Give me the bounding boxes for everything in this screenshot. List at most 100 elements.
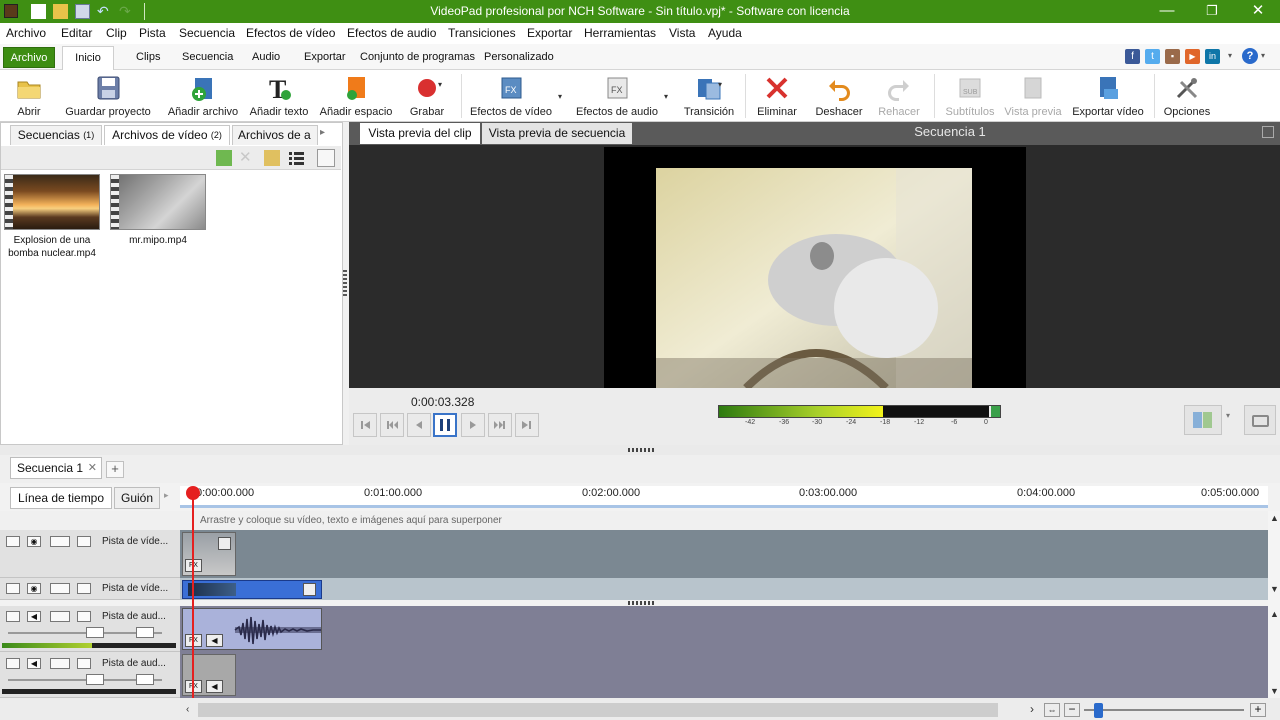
menu-vista[interactable]: Vista bbox=[669, 26, 695, 40]
opciones-button[interactable]: Opciones bbox=[1160, 74, 1214, 120]
close-button[interactable]: ✕ bbox=[1236, 0, 1280, 23]
track-lock-icon[interactable] bbox=[77, 611, 91, 622]
snapshot-button[interactable] bbox=[1244, 405, 1276, 435]
exportar-video-button[interactable]: Exportar vídeo bbox=[1070, 74, 1146, 120]
grabar-button[interactable]: Grabar bbox=[404, 74, 450, 120]
scroll-up-icon[interactable]: ▲ bbox=[1270, 513, 1279, 523]
scroll-down-icon[interactable]: ▼ bbox=[1270, 584, 1279, 594]
thumbnail-explosion[interactable] bbox=[4, 174, 100, 230]
track-effects-icon[interactable] bbox=[50, 583, 70, 594]
video-track-lane[interactable] bbox=[180, 578, 1268, 600]
social-dropdown-icon[interactable]: ▾ bbox=[1228, 51, 1232, 60]
tab-vista-previa-clip[interactable]: Vista previa del clip bbox=[360, 123, 480, 144]
help-icon[interactable]: ? bbox=[1242, 48, 1258, 64]
skip-end-button[interactable] bbox=[515, 413, 539, 437]
menu-herramientas[interactable]: Herramientas bbox=[584, 26, 656, 40]
tab-clips[interactable]: Clips bbox=[136, 51, 160, 63]
linkedin-icon[interactable]: in bbox=[1205, 49, 1220, 64]
scroll-up-icon[interactable]: ▲ bbox=[1270, 609, 1279, 619]
menu-secuencia[interactable]: Secuencia bbox=[179, 26, 235, 40]
playhead-line[interactable] bbox=[192, 488, 194, 698]
clip-menu-icon[interactable] bbox=[218, 537, 231, 550]
youtube-icon[interactable]: ▶ bbox=[1185, 49, 1200, 64]
track-toggle-icon[interactable] bbox=[6, 583, 20, 594]
anadir-espacio-button[interactable]: Añadir espacio bbox=[318, 74, 394, 120]
track-effects-icon[interactable] bbox=[50, 536, 70, 547]
twitter-icon[interactable]: t bbox=[1145, 49, 1160, 64]
track-lock-icon[interactable] bbox=[77, 658, 91, 669]
abrir-button[interactable]: Abrir bbox=[10, 74, 48, 120]
menu-archivo[interactable]: Archivo bbox=[6, 26, 46, 40]
video-track-lane[interactable] bbox=[180, 530, 1268, 578]
vertical-splitter-grip[interactable] bbox=[343, 270, 347, 296]
bin-folder-icon[interactable] bbox=[264, 150, 280, 166]
speaker-icon[interactable]: ◀ bbox=[27, 658, 41, 669]
speaker-icon[interactable]: ◀ bbox=[27, 611, 41, 622]
play-button[interactable] bbox=[461, 413, 485, 437]
zoom-fit-icon[interactable]: ⇔ bbox=[1044, 703, 1060, 717]
zoom-slider[interactable] bbox=[1084, 709, 1244, 711]
rewind-button[interactable] bbox=[407, 413, 431, 437]
efectos-video-button[interactable]: FX Efectos de vídeo bbox=[466, 74, 556, 120]
track-toggle-icon[interactable] bbox=[6, 611, 20, 622]
transicion-button[interactable]: Transición bbox=[680, 74, 738, 120]
previous-frame-button[interactable] bbox=[380, 413, 404, 437]
close-tab-icon[interactable]: ✕ bbox=[88, 458, 97, 478]
anadir-texto-button[interactable]: T Añadir texto bbox=[246, 74, 312, 120]
menu-pista[interactable]: Pista bbox=[139, 26, 166, 40]
track-toggle-icon[interactable] bbox=[6, 536, 20, 547]
menu-exportar[interactable]: Exportar bbox=[527, 26, 572, 40]
undock-icon[interactable] bbox=[1262, 126, 1274, 138]
horizontal-scroll-thumb[interactable] bbox=[198, 703, 998, 717]
split-dropdown-icon[interactable]: ▾ bbox=[1226, 411, 1230, 420]
tab-conjunto-programas[interactable]: Conjunto de programas bbox=[360, 51, 475, 63]
menu-efectos-video[interactable]: Efectos de vídeo bbox=[246, 26, 335, 40]
subtitulos-button[interactable]: SUB Subtítulos bbox=[942, 74, 998, 120]
efectos-audio-dropdown-icon[interactable]: ▾ bbox=[664, 92, 668, 101]
track-effects-icon[interactable] bbox=[50, 611, 70, 622]
track-effects-icon[interactable] bbox=[50, 658, 70, 669]
efectos-video-dropdown-icon[interactable]: ▾ bbox=[558, 92, 562, 101]
menu-transiciones[interactable]: Transiciones bbox=[448, 26, 516, 40]
tab-audio[interactable]: Audio bbox=[252, 51, 280, 63]
skip-start-button[interactable] bbox=[353, 413, 377, 437]
bin-add-icon[interactable] bbox=[216, 150, 232, 166]
timeline-ruler[interactable] bbox=[180, 486, 1268, 508]
scroll-right-icon[interactable]: › bbox=[1030, 702, 1034, 716]
tab-inicio[interactable]: Inicio bbox=[62, 46, 114, 71]
volume-slider-thumb[interactable] bbox=[86, 627, 104, 638]
tab-archivo[interactable]: Archivo bbox=[3, 47, 55, 68]
clip-speaker-icon[interactable]: ◀ bbox=[206, 634, 223, 647]
maximize-button[interactable]: ❐ bbox=[1190, 0, 1234, 23]
scroll-down-icon[interactable]: ▼ bbox=[1270, 686, 1279, 696]
clip-menu-icon[interactable] bbox=[303, 583, 316, 596]
bin-tab-secuencias[interactable]: Secuencias (1) bbox=[10, 125, 102, 145]
pan-slider-thumb[interactable] bbox=[136, 674, 154, 685]
bin-tab-archivos-audio[interactable]: Archivos de a bbox=[232, 125, 318, 145]
zoom-slider-thumb[interactable] bbox=[1094, 703, 1103, 718]
track-lock-icon[interactable] bbox=[77, 583, 91, 594]
add-sequence-button[interactable]: + bbox=[106, 461, 124, 478]
split-preview-button[interactable] bbox=[1184, 405, 1222, 435]
track-toggle-icon[interactable] bbox=[6, 658, 20, 669]
splitter-grip[interactable] bbox=[628, 448, 654, 452]
menu-clip[interactable]: Clip bbox=[106, 26, 127, 40]
menu-ayuda[interactable]: Ayuda bbox=[708, 26, 742, 40]
track-lock-icon[interactable] bbox=[77, 536, 91, 547]
deshacer-button[interactable]: Deshacer bbox=[812, 74, 866, 120]
bin-list-view-icon[interactable] bbox=[288, 150, 305, 166]
guardar-proyecto-button[interactable]: Guardar proyecto bbox=[60, 74, 156, 120]
eye-icon[interactable]: ◉ bbox=[27, 536, 41, 547]
zoom-out-button[interactable]: − bbox=[1064, 703, 1080, 717]
thumbnail-mr-mipo[interactable] bbox=[110, 174, 206, 230]
flickr-icon[interactable]: ▪ bbox=[1165, 49, 1180, 64]
bin-tab-archivos-video[interactable]: Archivos de vídeo (2) bbox=[104, 125, 230, 145]
bin-tools-icon[interactable] bbox=[317, 149, 335, 167]
audio-track-lane[interactable] bbox=[180, 606, 1268, 652]
track-divider-grip[interactable] bbox=[628, 601, 654, 605]
help-dropdown-icon[interactable]: ▾ bbox=[1261, 51, 1265, 60]
pan-slider-thumb[interactable] bbox=[136, 627, 154, 638]
tab-vista-previa-secuencia[interactable]: Vista previa de secuencia bbox=[482, 123, 632, 144]
tab-personalizado[interactable]: Personalizado bbox=[484, 51, 554, 63]
tab-linea-tiempo[interactable]: Línea de tiempo bbox=[10, 487, 112, 509]
